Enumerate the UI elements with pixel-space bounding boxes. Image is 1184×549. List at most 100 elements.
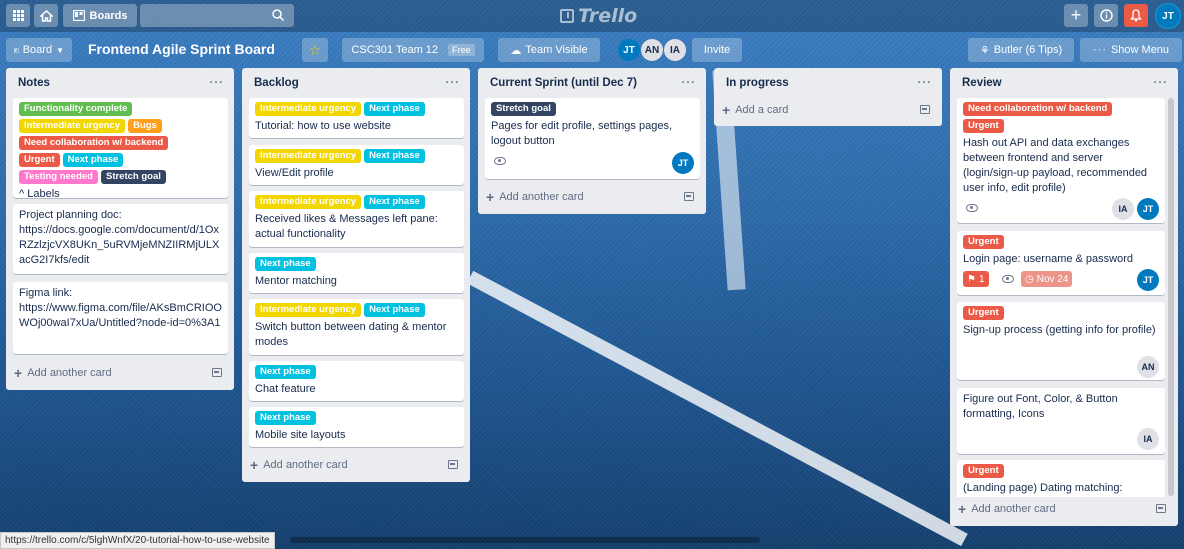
add-card-button[interactable]: + Add a card (722, 98, 788, 122)
notification-badge: ⚑ 1 (963, 271, 989, 287)
label-sky: Next phase (364, 102, 425, 116)
search-input[interactable] (140, 4, 294, 27)
list-card[interactable]: Intermediate urgency Next phase View/Edi… (249, 145, 464, 185)
card-member-avatar[interactable]: JT (672, 152, 694, 174)
template-icon[interactable] (212, 368, 222, 377)
add-card-button[interactable]: + Add another card (14, 361, 112, 385)
list-card[interactable]: Urgent Login page: username & password ⚑… (957, 231, 1165, 295)
visibility-button[interactable]: ☁ Team Visible (498, 38, 600, 62)
label-red: Urgent (963, 306, 1004, 320)
member-avatar[interactable]: AN (641, 39, 663, 61)
trello-logo-icon (560, 9, 574, 23)
trello-logo[interactable]: Trello (560, 5, 637, 27)
list-card[interactable]: Project planning doc: https://docs.googl… (13, 204, 228, 274)
show-menu-label: Show Menu (1110, 44, 1170, 56)
list-menu-icon[interactable]: ··· (446, 77, 461, 89)
list-menu-icon[interactable]: ··· (682, 77, 697, 89)
list-menu-icon[interactable]: ··· (210, 77, 225, 89)
add-card-label: Add another card (971, 503, 1056, 515)
list-title[interactable]: Review (962, 77, 1002, 89)
list-title[interactable]: Notes (18, 77, 50, 89)
template-icon[interactable] (684, 192, 694, 201)
watch-icon (494, 157, 506, 165)
notification-count: 1 (978, 273, 985, 285)
list-title[interactable]: Current Sprint (until Dec 7) (490, 77, 637, 89)
template-icon[interactable] (1156, 504, 1166, 513)
label-red: Urgent (963, 464, 1004, 478)
list-header: Backlog ··· (242, 68, 470, 98)
list-card[interactable]: Figure out Font, Color, & Button formatt… (957, 388, 1165, 454)
card-title: Figure out Font, Color, & Button formatt… (963, 393, 1118, 420)
list-in-progress: In progress ··· + Add a card (714, 68, 942, 126)
list-title[interactable]: Backlog (254, 77, 299, 89)
team-button[interactable]: CSC301 Team 12 Free (342, 38, 484, 62)
member-initials: JT (1142, 275, 1154, 285)
create-button[interactable]: + (1064, 4, 1088, 27)
card-member-avatar[interactable]: IA (1112, 198, 1134, 220)
apps-button[interactable] (6, 4, 30, 27)
list-card[interactable]: Urgent Sign-up process (getting info for… (957, 302, 1165, 380)
add-card-button[interactable]: + Add another card (486, 185, 584, 209)
list-header: Review ··· (950, 68, 1178, 98)
plus-icon: + (486, 189, 495, 205)
home-button[interactable] (34, 4, 58, 27)
label-navy: Stretch goal (491, 102, 556, 116)
list-card[interactable]: Figma link: https://www.figma.com/file/A… (13, 282, 228, 354)
list-card[interactable]: Functionality complete Intermediate urge… (13, 98, 228, 200)
invite-button[interactable]: Invite (692, 38, 742, 62)
card-member-avatar[interactable]: AN (1137, 356, 1159, 378)
chevron-down-icon: ▼ (56, 45, 64, 55)
card-title: Mobile site layouts (255, 429, 346, 441)
show-menu-button[interactable]: ··· Show Menu (1080, 38, 1182, 62)
boards-button[interactable]: Boards (63, 4, 137, 27)
info-button[interactable] (1094, 4, 1118, 27)
list-card[interactable]: Next phase Mobile site layouts (249, 407, 464, 447)
list-card[interactable]: Stretch goal Pages for edit profile, set… (485, 98, 700, 179)
add-card-button[interactable]: + Add another card (250, 453, 348, 477)
label-red: Urgent (19, 153, 60, 167)
list-menu-icon[interactable]: ··· (918, 77, 933, 89)
bell-icon: ⚑ (967, 273, 976, 285)
scrollbar-thumb[interactable] (290, 537, 760, 543)
add-card-button[interactable]: + Add another card (958, 497, 1168, 521)
member-avatar[interactable]: JT (618, 39, 640, 61)
member-avatar[interactable]: IA (664, 39, 686, 61)
label-green: Functionality complete (19, 102, 133, 116)
home-icon (39, 9, 53, 22)
card-member-avatar[interactable]: IA (1137, 428, 1159, 450)
member-initials: AN (1141, 362, 1155, 372)
list-card[interactable]: Next phase Mentor matching (249, 253, 464, 293)
board-view-switcher[interactable]: Board ▼ (6, 38, 72, 62)
watch-icon (1002, 275, 1014, 283)
card-member-avatar[interactable]: JT (1137, 198, 1159, 220)
card-title: Project planning doc: https://docs.googl… (19, 209, 220, 266)
card-title: Login page: username & password (963, 253, 1133, 265)
star-button[interactable]: ☆ (302, 38, 328, 62)
search-icon (272, 9, 284, 21)
list-card[interactable]: Need collaboration w/ backend Urgent Has… (957, 98, 1165, 223)
butler-button[interactable]: ⚘ Butler (6 Tips) (968, 38, 1074, 62)
label-yellow: Intermediate urgency (19, 119, 126, 133)
boards-label: Boards (89, 9, 128, 22)
list-menu-icon[interactable]: ··· (1154, 77, 1169, 89)
template-icon[interactable] (920, 105, 930, 114)
card-title: Chat feature (255, 383, 316, 395)
board-title[interactable]: Frontend Agile Sprint Board (88, 41, 275, 57)
list-card[interactable]: Intermediate urgency Next phase Tutorial… (249, 98, 464, 138)
card-member-avatar[interactable]: JT (1137, 269, 1159, 291)
list-card[interactable]: Intermediate urgency Next phase Received… (249, 191, 464, 247)
list-card[interactable]: Next phase Chat feature (249, 361, 464, 401)
user-avatar[interactable]: JT (1155, 3, 1181, 29)
due-date-badge[interactable]: ◷ Nov 24 (1021, 271, 1073, 287)
list-card[interactable]: Intermediate urgency Next phase Switch b… (249, 299, 464, 355)
notifications-button[interactable] (1124, 4, 1148, 27)
list-scrollbar[interactable] (1168, 98, 1174, 496)
clock-icon: ◷ (1025, 273, 1034, 285)
template-icon[interactable] (448, 460, 458, 469)
label-red: Urgent (963, 235, 1004, 249)
list-title[interactable]: In progress (726, 77, 789, 89)
team-label: CSC301 Team 12 (351, 44, 439, 56)
board-view-icon (14, 48, 19, 52)
list-card[interactable]: Urgent (Landing page) Dating matching: (957, 460, 1165, 500)
team-visible-icon: ☁ (510, 44, 522, 57)
